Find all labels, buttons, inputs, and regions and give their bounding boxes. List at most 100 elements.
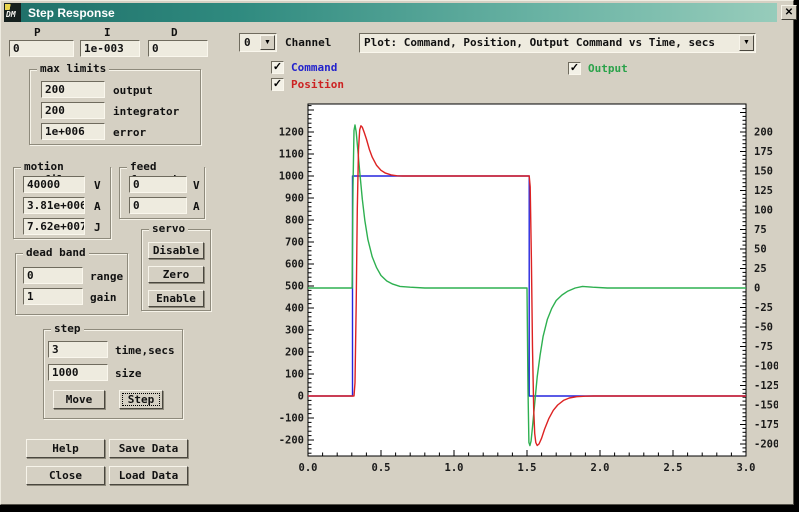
servo-disable-button[interactable]: Disable	[148, 242, 204, 259]
svg-text:200: 200	[754, 127, 773, 139]
deadband-range-input[interactable]	[23, 267, 83, 284]
svg-text:700: 700	[285, 237, 304, 249]
step-response-window: DM Step Response ✕ P I D 0 ▼ Channel Plo…	[0, 0, 794, 505]
close-icon[interactable]: ✕	[781, 5, 797, 20]
deadband-gain-input[interactable]	[23, 288, 83, 305]
output-checkbox-label: Output	[588, 62, 628, 75]
plot-select[interactable]: Plot: Command, Position, Output Command …	[359, 33, 756, 53]
max-integrator-input[interactable]	[41, 102, 105, 119]
svg-text:500: 500	[285, 281, 304, 293]
command-checkbox-label: Command	[291, 61, 337, 74]
servo-title: servo	[149, 222, 188, 235]
output-checkbox[interactable]: ✓	[568, 62, 581, 75]
jerk-label: J	[94, 221, 101, 234]
titlebar[interactable]: DM Step Response	[4, 3, 777, 22]
i-input[interactable]	[80, 40, 140, 57]
position-checkbox-label: Position	[291, 78, 344, 91]
d-input[interactable]	[148, 40, 208, 57]
step-size-input[interactable]	[48, 364, 108, 381]
svg-text:300: 300	[285, 325, 304, 337]
svg-text:-200: -200	[754, 439, 778, 451]
channel-value: 0	[244, 36, 251, 49]
ff-accel-label: A	[193, 200, 200, 213]
svg-text:1.5: 1.5	[518, 462, 537, 474]
step-time-label: time,secs	[115, 344, 175, 357]
svg-text:25: 25	[754, 263, 767, 275]
p-label: P	[34, 26, 41, 39]
svg-text:200: 200	[285, 347, 304, 359]
app-icon: DM	[4, 3, 21, 22]
svg-text:600: 600	[285, 259, 304, 271]
deadband-gain-label: gain	[90, 291, 117, 304]
svg-text:1200: 1200	[279, 127, 304, 139]
svg-text:-75: -75	[754, 341, 773, 353]
svg-text:-125: -125	[754, 380, 778, 392]
accel-label: A	[94, 200, 101, 213]
svg-text:400: 400	[285, 303, 304, 315]
svg-text:0.0: 0.0	[299, 462, 318, 474]
svg-text:1.0: 1.0	[445, 462, 464, 474]
app-icon-text: DM	[6, 10, 16, 19]
svg-text:-150: -150	[754, 400, 778, 412]
max-output-label: output	[113, 84, 153, 97]
svg-text:-100: -100	[279, 413, 304, 425]
svg-text:900: 900	[285, 193, 304, 205]
step-time-input[interactable]	[48, 341, 108, 358]
svg-text:2.0: 2.0	[591, 462, 610, 474]
command-checkbox[interactable]: ✓	[271, 61, 284, 74]
position-checkbox[interactable]: ✓	[271, 78, 284, 91]
servo-enable-button[interactable]: Enable	[148, 290, 204, 307]
ff-velocity-label: V	[193, 179, 200, 192]
svg-text:2.5: 2.5	[664, 462, 683, 474]
step-button[interactable]: Step	[119, 390, 163, 409]
max-integrator-label: integrator	[113, 105, 179, 118]
svg-text:100: 100	[285, 369, 304, 381]
chevron-down-icon[interactable]: ▼	[739, 35, 754, 51]
svg-text:50: 50	[754, 244, 767, 256]
dead-band-group: dead band	[15, 253, 128, 315]
plot-select-value: Plot: Command, Position, Output Command …	[364, 36, 715, 49]
move-button[interactable]: Move	[53, 390, 105, 409]
svg-text:100: 100	[754, 205, 773, 217]
accel-input[interactable]	[23, 197, 85, 214]
d-label: D	[171, 26, 178, 39]
chevron-down-icon[interactable]: ▼	[260, 35, 275, 50]
velocity-input[interactable]	[23, 176, 85, 193]
servo-zero-button[interactable]: Zero	[148, 266, 204, 283]
svg-text:75: 75	[754, 224, 767, 236]
i-label: I	[104, 26, 111, 39]
svg-text:1100: 1100	[279, 149, 304, 161]
close-button[interactable]: Close	[26, 466, 105, 485]
svg-text:-25: -25	[754, 302, 773, 314]
step-response-chart: -200-10001002003004005006007008009001000…	[273, 96, 778, 486]
p-input[interactable]	[9, 40, 74, 57]
deadband-range-label: range	[90, 270, 123, 283]
save-data-button[interactable]: Save Data	[109, 439, 188, 458]
help-button[interactable]: Help	[26, 439, 105, 458]
window-title: Step Response	[28, 6, 115, 20]
svg-text:0.5: 0.5	[372, 462, 391, 474]
svg-text:175: 175	[754, 146, 773, 158]
svg-text:800: 800	[285, 215, 304, 227]
svg-text:-175: -175	[754, 419, 778, 431]
svg-text:0: 0	[298, 391, 304, 403]
ff-accel-input[interactable]	[129, 197, 187, 214]
dead-band-title: dead band	[23, 246, 89, 259]
step-title: step	[51, 322, 84, 335]
svg-text:0: 0	[754, 283, 760, 295]
step-size-label: size	[115, 367, 142, 380]
ff-velocity-input[interactable]	[129, 176, 187, 193]
max-output-input[interactable]	[41, 81, 105, 98]
load-data-button[interactable]: Load Data	[109, 466, 188, 485]
jerk-input[interactable]	[23, 218, 85, 235]
velocity-label: V	[94, 179, 101, 192]
svg-text:150: 150	[754, 166, 773, 178]
svg-text:-50: -50	[754, 322, 773, 334]
svg-text:125: 125	[754, 185, 773, 197]
svg-text:3.0: 3.0	[737, 462, 756, 474]
channel-label: Channel	[285, 36, 331, 49]
channel-select[interactable]: 0 ▼	[239, 33, 277, 52]
max-error-input[interactable]	[41, 123, 105, 140]
max-limits-title: max limits	[37, 62, 109, 75]
svg-text:-100: -100	[754, 361, 778, 373]
